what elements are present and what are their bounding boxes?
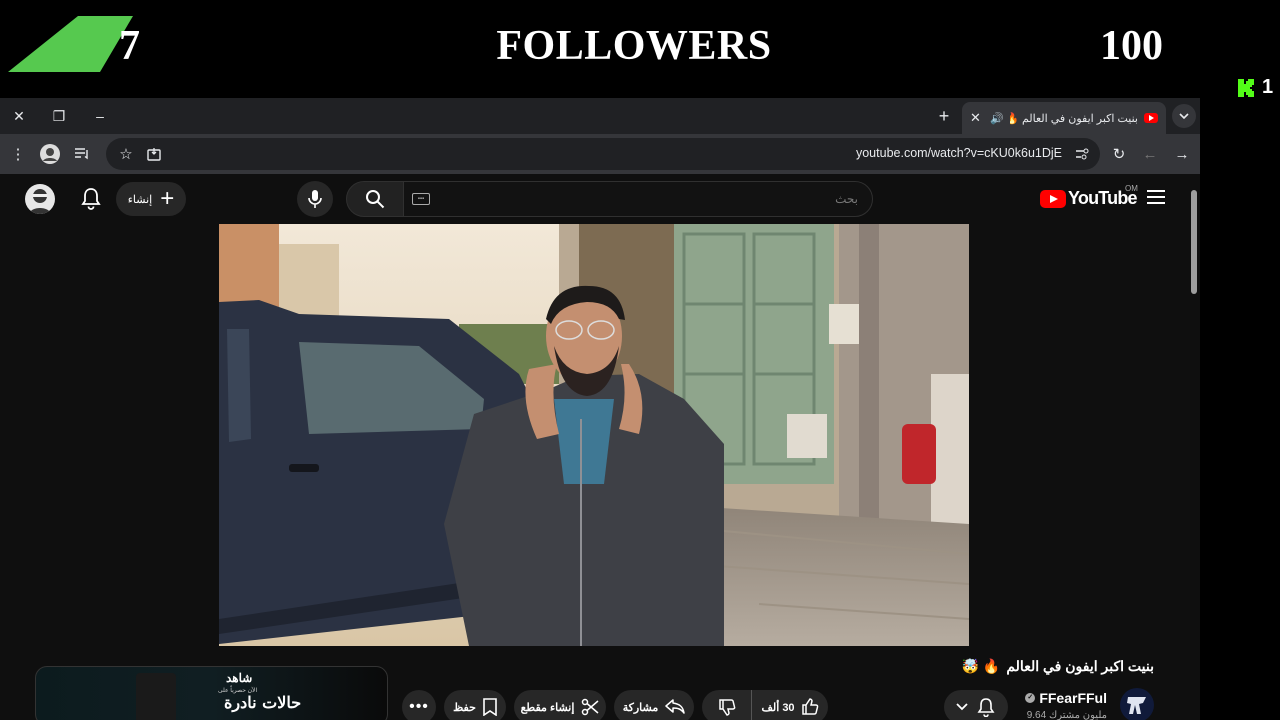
subscribed-button[interactable] (944, 690, 1008, 720)
install-app-icon[interactable] (142, 142, 166, 166)
microphone-icon (308, 190, 322, 208)
tab-title: بنيت اكبر ايفون في العالم 🔥 🤯 (1009, 112, 1138, 125)
window-restore-button[interactable]: ❐ (47, 104, 71, 128)
tab-close-button[interactable]: ✕ (970, 110, 984, 126)
new-tab-button[interactable]: + (934, 106, 954, 126)
address-bar[interactable]: ☆ youtube.com/watch?v=cKU0k6u1DjE (106, 138, 1100, 170)
video-frame (219, 224, 969, 646)
search-icon (366, 190, 385, 209)
scrollbar-thumb[interactable] (1191, 190, 1197, 294)
search-input[interactable]: ▪▪▪ بحث (403, 181, 873, 217)
video-title: بنيت اكبر ايفون في العالم 🔥 🤯 (962, 658, 1154, 675)
like-button[interactable]: 30 ألف (752, 690, 828, 720)
browser-menu-icon[interactable]: ⋮ (6, 142, 30, 166)
bookmark-star-icon[interactable]: ☆ (114, 142, 138, 166)
speaker-icon[interactable]: 🔊 (990, 112, 1004, 125)
page-scrollbar[interactable] (1188, 174, 1200, 720)
reading-list-icon[interactable] (70, 142, 94, 166)
search-button[interactable] (346, 181, 404, 217)
profile-avatar[interactable] (38, 142, 62, 166)
bookmark-icon (483, 698, 497, 716)
thumbs-down-icon (718, 699, 735, 716)
title-emojis: 🔥 🤯 (961, 658, 1001, 674)
goal-title: FOLLOWERS (496, 23, 772, 69)
forward-icon[interactable]: → (1170, 142, 1194, 166)
youtube-play-icon (1040, 189, 1066, 208)
share-icon (665, 699, 685, 714)
scissors-icon (582, 698, 599, 716)
thumbs-up-icon (801, 698, 818, 715)
tab-strip: ✕ ❐ – + ✕ 🔊 بنيت اكبر ايفون في العالم 🔥 … (0, 98, 1200, 134)
channel-avatar[interactable] (1120, 688, 1154, 720)
subscriber-count: 9.64 مليون مشترك (1026, 710, 1107, 720)
like-count: 30 ألف (761, 701, 795, 714)
more-actions-button[interactable]: ••• (402, 690, 436, 720)
reload-icon[interactable]: ↻ (1107, 142, 1131, 166)
kick-logo-icon (1238, 78, 1254, 97)
create-button[interactable]: إنشاء + (116, 182, 186, 216)
youtube-logo[interactable]: YouTube (1040, 188, 1138, 209)
ad-thumbnail (136, 673, 176, 720)
region-code: OM (1125, 184, 1138, 193)
chevron-down-icon (956, 703, 968, 711)
channel-name[interactable]: ✓ FFearFFul (1025, 690, 1107, 706)
follower-goal-overlay: 7 FOLLOWERS 100 (0, 0, 1280, 98)
kick-viewer-badge: 1 (1236, 76, 1273, 99)
save-label: حفظ (453, 701, 476, 714)
url-text[interactable]: youtube.com/watch?v=cKU0k6u1DjE (856, 146, 1062, 160)
account-avatar[interactable] (25, 184, 55, 214)
window-close-button[interactable]: ✕ (7, 104, 31, 128)
ad-brand: شاهد (226, 671, 253, 685)
site-settings-icon[interactable] (1070, 142, 1094, 166)
browser-window: ✕ ❐ – + ✕ 🔊 بنيت اكبر ايفون في العالم 🔥 … (0, 98, 1200, 720)
sponsored-ad-card[interactable]: شاهد الآن حصرياً على حالات نادرة (35, 666, 388, 720)
notifications-bell-icon[interactable] (80, 186, 102, 210)
browser-toolbar: ⋮ ☆ youtube.com/watch?v=cKU0k6u1DjE ↻ ← … (0, 134, 1200, 174)
search-placeholder: بحث (835, 192, 858, 206)
hamburger-menu-icon[interactable] (1147, 190, 1165, 204)
channel-name-text[interactable]: FFearFFul (1039, 690, 1107, 706)
save-button[interactable]: حفظ (444, 690, 506, 720)
voice-search-button[interactable] (297, 181, 333, 217)
youtube-header: إنشاء + ▪▪▪ بحث YouTube OM (0, 174, 1188, 224)
active-tab[interactable]: ✕ 🔊 بنيت اكبر ايفون في العالم 🔥 🤯 (962, 102, 1166, 134)
clip-button[interactable]: إنشاء مقطع (514, 690, 606, 720)
dislike-button[interactable] (702, 690, 752, 720)
keyboard-icon[interactable]: ▪▪▪ (412, 193, 430, 205)
goal-target-count: 100 (1100, 23, 1163, 69)
ad-title: حالات نادرة (224, 693, 302, 712)
video-title-text: بنيت اكبر ايفون في العالم (1006, 658, 1154, 674)
verified-check-icon: ✓ (1025, 693, 1036, 703)
share-button[interactable]: مشاركة (614, 690, 694, 720)
plus-icon: + (160, 185, 175, 212)
chevron-down-icon (1179, 113, 1189, 119)
youtube-favicon-icon (1144, 113, 1158, 123)
tab-search-button[interactable] (1172, 104, 1196, 128)
video-player[interactable] (219, 224, 969, 646)
kick-viewer-count: 1 (1262, 76, 1274, 98)
back-icon[interactable]: ← (1138, 142, 1162, 166)
create-label: إنشاء (127, 193, 153, 206)
like-dislike-group: 30 ألف (702, 690, 828, 720)
clip-label: إنشاء مقطع (520, 701, 575, 714)
share-label: مشاركة (622, 701, 659, 714)
notification-bell-icon (977, 698, 995, 717)
window-minimize-button[interactable]: – (88, 104, 112, 128)
